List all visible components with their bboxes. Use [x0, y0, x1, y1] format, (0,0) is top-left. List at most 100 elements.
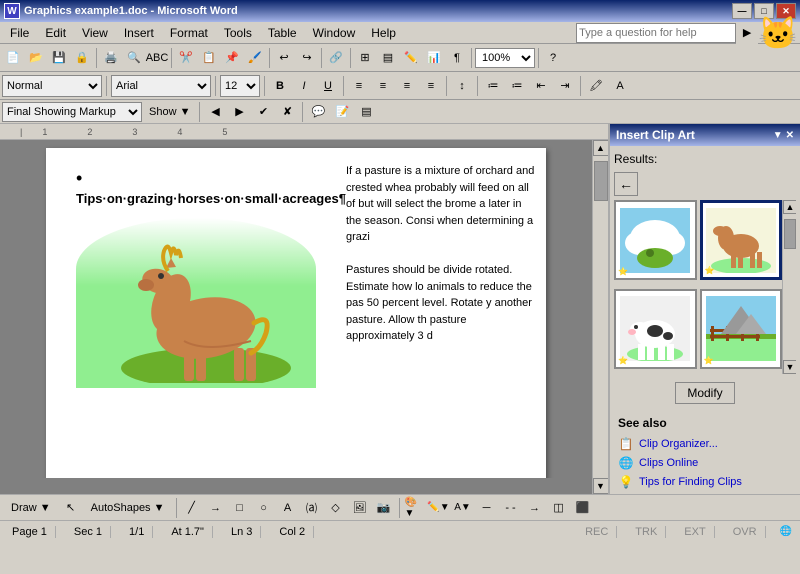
copy-button[interactable]: 📋 [198, 47, 220, 69]
diagram-button[interactable]: ◇ [325, 497, 347, 519]
scroll-down-button[interactable]: ▼ [593, 478, 609, 494]
line-color-button[interactable]: ✏️▼ [428, 497, 450, 519]
style-select[interactable]: Normal [2, 75, 102, 97]
drawing-button[interactable]: ✏️ [400, 47, 422, 69]
clip-item-3[interactable]: ⭐ [614, 289, 697, 369]
autoshapes-button[interactable]: AutoShapes ▼ [84, 497, 172, 519]
menu-tools[interactable]: Tools [216, 24, 260, 42]
hyperlink-button[interactable]: 🔗 [325, 47, 347, 69]
align-left-button[interactable]: ≡ [348, 75, 370, 97]
scroll-track[interactable] [593, 156, 609, 478]
see-also-clips-online[interactable]: 🌐 Clips Online [618, 455, 792, 471]
next-change-button[interactable]: ▶ [228, 101, 250, 123]
see-also-tips[interactable]: 💡 Tips for Finding Clips [618, 474, 792, 490]
show-hide-button[interactable]: ¶ [446, 47, 468, 69]
clip-scroll-track[interactable] [783, 214, 796, 360]
help-search-button[interactable]: ▶ [736, 22, 758, 44]
cut-button[interactable]: ✂️ [175, 47, 197, 69]
number-list-button[interactable]: ≔ [506, 75, 528, 97]
revision-mode-select[interactable]: Final Showing Markup [2, 102, 142, 122]
scroll-up-button[interactable]: ▲ [593, 140, 609, 156]
menu-help[interactable]: Help [363, 24, 404, 42]
font-color-button2[interactable]: A▼ [452, 497, 474, 519]
align-right-button[interactable]: ≡ [396, 75, 418, 97]
modify-button[interactable]: Modify [675, 382, 735, 404]
save-button[interactable]: 💾 [48, 47, 70, 69]
arrow-button[interactable]: → [205, 497, 227, 519]
menu-insert[interactable]: Insert [116, 24, 162, 42]
line-button[interactable]: ╱ [181, 497, 203, 519]
see-also-clip-organizer[interactable]: 📋 Clip Organizer... [618, 436, 792, 452]
help-search[interactable] [576, 23, 736, 43]
clipart-button[interactable]: 🖼 [349, 497, 371, 519]
highlight-button[interactable]: 🖍 [585, 75, 607, 97]
menu-edit[interactable]: Edit [37, 24, 74, 42]
decrease-indent-button[interactable]: ⇤ [530, 75, 552, 97]
rect-button[interactable]: □ [229, 497, 251, 519]
line-style-button[interactable]: ─ [476, 497, 498, 519]
draw-menu-button[interactable]: Draw ▼ [4, 497, 58, 519]
menu-file[interactable]: File [2, 24, 37, 42]
line-spacing-button[interactable]: ↕ [451, 75, 473, 97]
fill-color-button[interactable]: 🎨▼ [404, 497, 426, 519]
wordart-button[interactable]: ⒜ [301, 497, 323, 519]
prev-change-button[interactable]: ◀ [204, 101, 226, 123]
reject-button[interactable]: ✘ [276, 101, 298, 123]
doc-map-button[interactable]: 📊 [423, 47, 445, 69]
print-button[interactable]: 🖨️ [100, 47, 122, 69]
cursor-button[interactable]: ↖ [60, 497, 82, 519]
paste-button[interactable]: 📌 [221, 47, 243, 69]
font-color-button[interactable]: A [609, 75, 631, 97]
font-select[interactable]: Arial [111, 75, 211, 97]
new-button[interactable]: 📄 [2, 47, 24, 69]
menu-table[interactable]: Table [260, 24, 305, 42]
clip-item-2[interactable]: ⭐ [700, 200, 783, 280]
comment-button[interactable]: 💬 [307, 101, 329, 123]
increase-indent-button[interactable]: ⇥ [554, 75, 576, 97]
justify-button[interactable]: ≡ [420, 75, 442, 97]
dash-style-button[interactable]: - - [500, 497, 522, 519]
menu-format[interactable]: Format [162, 24, 216, 42]
clip-panel-close[interactable]: ✕ [786, 130, 794, 141]
image-button[interactable]: 📷 [373, 497, 395, 519]
undo-button[interactable]: ↩ [273, 47, 295, 69]
zoom-select[interactable]: 100% [475, 48, 535, 68]
track-changes-button[interactable]: 📝 [331, 101, 353, 123]
arrow-style-button[interactable]: → [524, 497, 546, 519]
clip-scroll-thumb[interactable] [784, 219, 796, 249]
back-button[interactable]: ← [614, 172, 638, 196]
oval-button[interactable]: ○ [253, 497, 275, 519]
permission-button[interactable]: 🔒 [71, 47, 93, 69]
columns-button[interactable]: ▤ [377, 47, 399, 69]
minimize-button[interactable]: — [732, 3, 752, 19]
3d-button[interactable]: ⬛ [572, 497, 594, 519]
bold-button[interactable]: B [269, 75, 291, 97]
clip-item-4[interactable]: ⭐ [700, 289, 783, 369]
clip-scroll-down[interactable]: ▼ [783, 360, 796, 374]
clip-panel-collapse[interactable]: ▼ [773, 130, 783, 141]
format-painter-button[interactable]: 🖌️ [244, 47, 266, 69]
show-button[interactable]: Show ▼ [144, 101, 195, 123]
print-preview-button[interactable]: 🔍 [123, 47, 145, 69]
help-button[interactable]: ? [542, 47, 564, 69]
clip-scroll-up[interactable]: ▲ [783, 200, 796, 214]
sep15 [199, 102, 200, 122]
menu-view[interactable]: View [74, 24, 116, 42]
reviewing-pane-button[interactable]: ▤ [355, 101, 377, 123]
redo-button[interactable]: ↪ [296, 47, 318, 69]
font-size-select[interactable]: 12 [220, 75, 260, 97]
textbox-button[interactable]: A [277, 497, 299, 519]
scroll-thumb[interactable] [594, 161, 608, 201]
underline-button[interactable]: U [317, 75, 339, 97]
bullet-list-button[interactable]: ≔ [482, 75, 504, 97]
table-button[interactable]: ⊞ [354, 47, 376, 69]
open-button[interactable]: 📂 [25, 47, 47, 69]
shadow-button[interactable]: ◫ [548, 497, 570, 519]
clip-item-1[interactable]: ⭐ [614, 200, 697, 280]
clip-item-2-icon: ⭐ [705, 266, 715, 275]
italic-button[interactable]: I [293, 75, 315, 97]
accept-button[interactable]: ✔ [252, 101, 274, 123]
align-center-button[interactable]: ≡ [372, 75, 394, 97]
spell-button[interactable]: ABC [146, 47, 168, 69]
menu-window[interactable]: Window [305, 24, 364, 42]
